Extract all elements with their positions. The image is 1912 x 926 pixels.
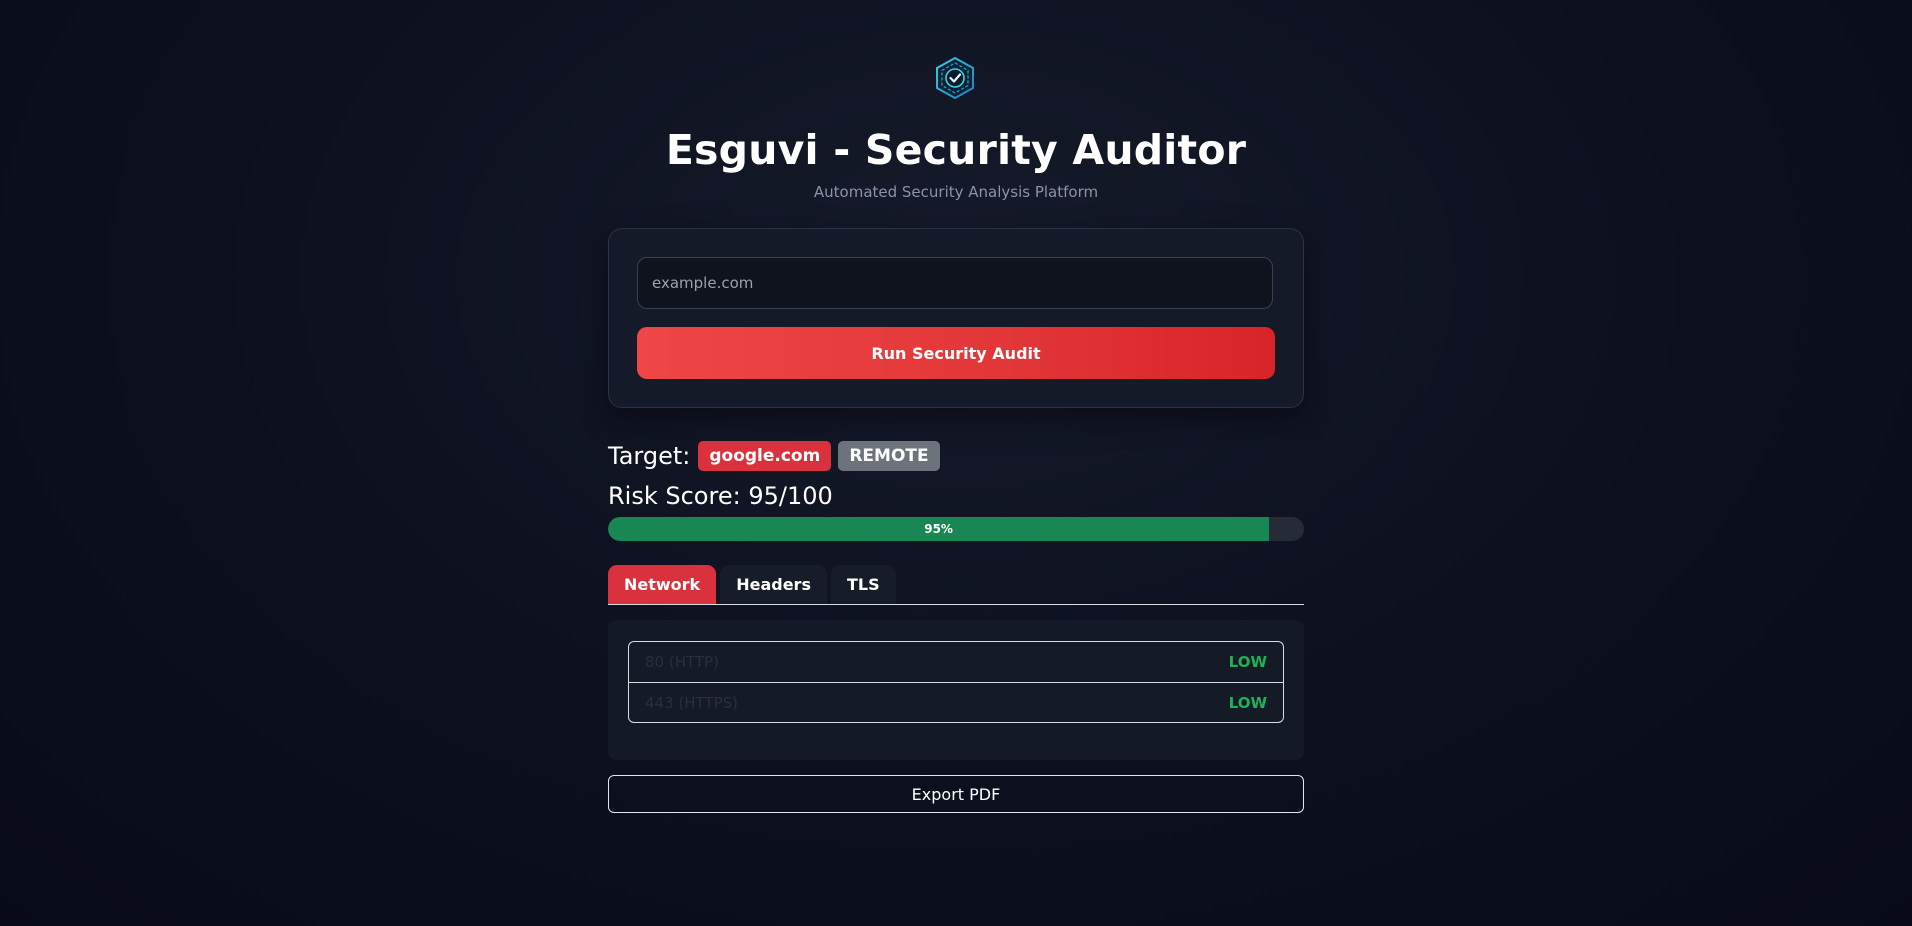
tab-headers[interactable]: Headers — [720, 565, 827, 604]
risk-progress-fill: 95% — [608, 517, 1270, 541]
risk-score-value: 95/100 — [748, 482, 833, 510]
page-subtitle: Automated Security Analysis Platform — [813, 183, 1099, 201]
audit-form-card: Run Security Audit — [608, 228, 1304, 408]
risk-score-label: Risk Score: — [608, 482, 741, 510]
risk-level-badge: LOW — [1228, 693, 1267, 712]
logo-graphic — [936, 56, 974, 100]
mode-badge: REMOTE — [838, 441, 940, 471]
list-item: 443 (HTTPS) LOW — [629, 682, 1283, 722]
tab-tls[interactable]: TLS — [830, 565, 896, 604]
target-line: Target: google.com REMOTE — [608, 440, 947, 472]
target-badge: google.com — [698, 441, 832, 471]
port-label: 80 (HTTP) — [645, 653, 719, 671]
list-item: 80 (HTTP) LOW — [629, 642, 1283, 682]
shield-check-icon — [935, 56, 975, 100]
port-label: 443 (HTTPS) — [645, 693, 739, 712]
risk-score: Risk Score: 95/100 — [608, 480, 833, 512]
target-domain-input[interactable] — [637, 257, 1273, 309]
result-tabs: Network Headers TLS — [608, 565, 1304, 605]
export-pdf-button[interactable]: Export PDF — [608, 775, 1304, 813]
network-tab-panel: 80 (HTTP) LOW 443 (HTTPS) LOW — [608, 620, 1304, 760]
tab-network[interactable]: Network — [608, 565, 717, 604]
page-title: Esguvi - Security Auditor — [665, 126, 1247, 174]
risk-level-badge: LOW — [1228, 653, 1267, 671]
port-list: 80 (HTTP) LOW 443 (HTTPS) LOW — [628, 641, 1284, 723]
target-label: Target: — [608, 442, 691, 470]
risk-progress-bar: 95% — [608, 517, 1304, 541]
run-security-audit-button[interactable]: Run Security Audit — [637, 327, 1275, 379]
